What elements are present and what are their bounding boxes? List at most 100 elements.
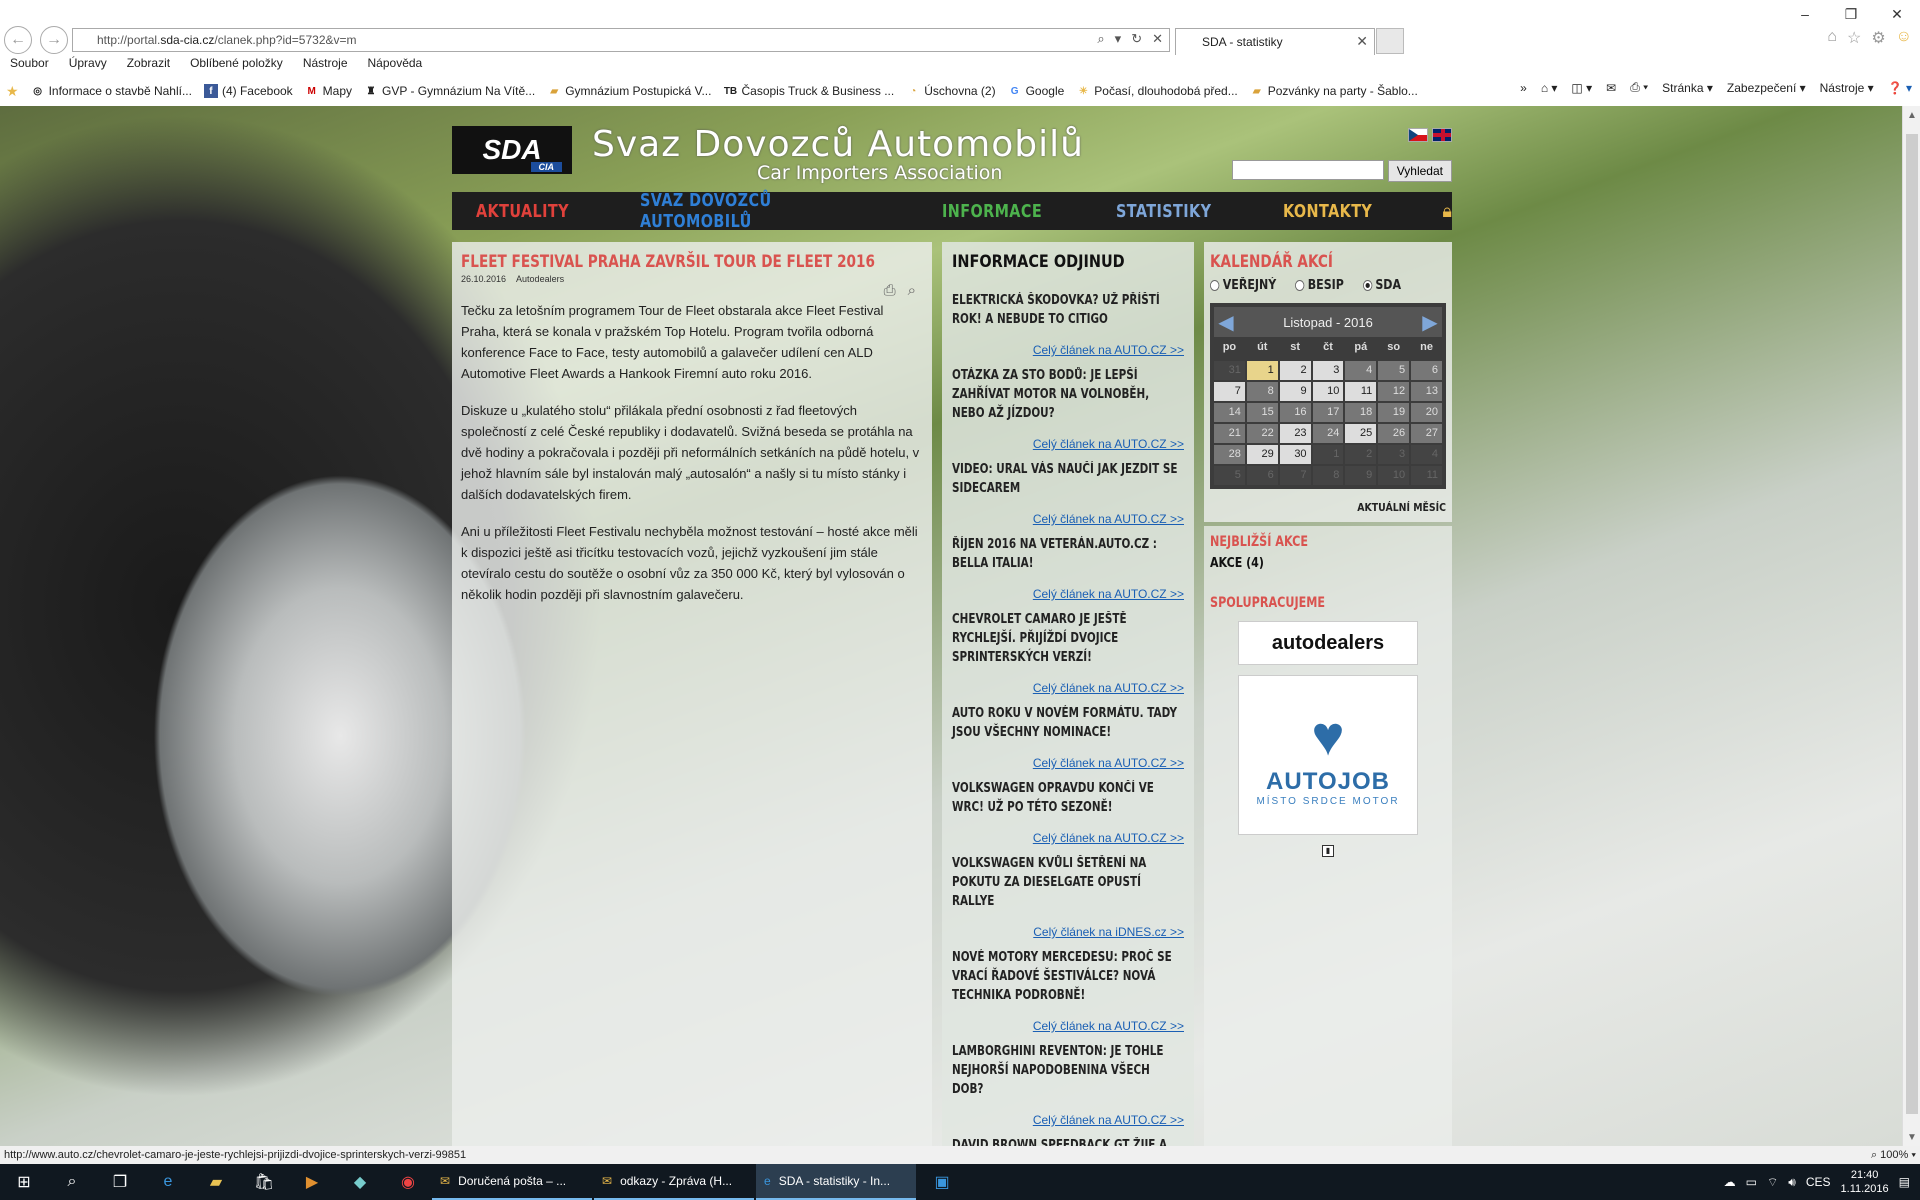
filter-sda[interactable]: SDA — [1362, 278, 1401, 293]
partner-autodealers[interactable]: autodealers — [1238, 621, 1418, 665]
scroll-down-icon[interactable]: ▼ — [1903, 1128, 1920, 1146]
calendar-day[interactable]: 11 — [1345, 382, 1377, 401]
favorite-link[interactable]: ▰ Gymnázium Postupická V... — [541, 84, 717, 98]
favorite-link[interactable]: G Google — [1002, 84, 1071, 98]
calendar-day[interactable]: 1 — [1246, 361, 1278, 380]
news-link[interactable]: Celý článek na AUTO.CZ >> — [952, 512, 1184, 526]
calendar-day[interactable]: 12 — [1378, 382, 1410, 401]
calendar-day[interactable]: 26 — [1378, 424, 1410, 443]
calendar-day[interactable]: 19 — [1378, 403, 1410, 422]
file-explorer-icon[interactable]: ▰ — [192, 1164, 240, 1200]
menu-file[interactable]: Soubor — [0, 56, 59, 76]
scroll-up-icon[interactable]: ▲ — [1903, 106, 1920, 124]
news-link[interactable]: Celý článek na iDNES.cz >> — [952, 925, 1184, 939]
task-view-icon[interactable]: ❐ — [96, 1164, 144, 1200]
nav-aktuality[interactable]: AKTUALITY — [476, 201, 569, 222]
favorite-link[interactable]: M Mapy — [299, 84, 358, 98]
favorites-star-icon[interactable]: ★ — [0, 83, 25, 100]
help-icon[interactable]: ❓ ▾ — [1888, 81, 1912, 95]
calendar-day[interactable]: 27 — [1411, 424, 1442, 443]
calendar-day[interactable]: 13 — [1411, 382, 1442, 401]
windows-start-icon[interactable]: ⊞ — [0, 1164, 48, 1200]
volume-icon[interactable]: 🔊︎ — [1788, 1175, 1796, 1190]
clock[interactable]: 21:40 1.11.2016 — [1841, 1168, 1889, 1196]
news-title[interactable]: Elektrická Škodovka? Už příští rok! A ne… — [952, 291, 1184, 329]
favorite-link[interactable]: ◎ Informace o stavbě Nahlí... — [25, 84, 198, 98]
taskbar-app-mail[interactable]: ✉ Doručená pošta – ... — [432, 1164, 592, 1200]
language-indicator[interactable]: CES — [1806, 1175, 1831, 1189]
calendar-day[interactable]: 2 — [1279, 361, 1311, 380]
favorite-link[interactable]: ♜ GVP - Gymnázium Na Vítě... — [358, 84, 541, 98]
chrome-icon[interactable]: ◉ — [384, 1164, 432, 1200]
news-link[interactable]: Celý článek na AUTO.CZ >> — [952, 756, 1184, 770]
calendar-day[interactable]: 18 — [1345, 403, 1377, 422]
nav-kontakty[interactable]: KONTAKTY — [1283, 201, 1372, 222]
star-icon[interactable]: ☆ — [1847, 28, 1861, 48]
search-button[interactable]: Vyhledat — [1387, 160, 1452, 182]
home-icon[interactable]: ⌂ ▾ — [1541, 81, 1558, 95]
calendar-day[interactable]: 7 — [1214, 382, 1245, 401]
search-input[interactable] — [1231, 160, 1384, 180]
calendar-day[interactable]: 17 — [1312, 403, 1344, 422]
uk-flag-icon[interactable] — [1432, 128, 1452, 142]
minimize-icon[interactable]: – — [1782, 0, 1828, 28]
news-title[interactable]: Auto roku v novém formátu. Tady jsou vše… — [952, 704, 1184, 742]
news-title[interactable]: Otázka za sto bodů: Je lepší zahřívat mo… — [952, 366, 1184, 423]
menu-view[interactable]: Zobrazit — [117, 56, 180, 76]
taskbar-app-message[interactable]: ✉ odkazy - Zpráva (H... — [594, 1164, 754, 1200]
forward-button[interactable]: → — [40, 26, 68, 54]
current-month-link[interactable]: Aktuální měsíc — [1245, 501, 1446, 514]
more-icon[interactable]: » — [1520, 81, 1527, 95]
news-link[interactable]: Celý článek na AUTO.CZ >> — [952, 681, 1184, 695]
radio-button[interactable] — [1294, 280, 1305, 291]
calendar-day[interactable]: 21 — [1214, 424, 1245, 443]
radio-button[interactable] — [1362, 280, 1372, 291]
favorite-link[interactable]: ◔ Úschovna (2) — [900, 84, 1001, 98]
nav-informace[interactable]: INFORMACE — [942, 201, 1042, 222]
rss-icon[interactable]: ◫ ▾ — [1571, 81, 1592, 95]
news-link[interactable]: Celý článek na AUTO.CZ >> — [952, 437, 1184, 451]
filter-besip[interactable]: BESIP — [1294, 278, 1344, 293]
news-link[interactable]: Celý článek na AUTO.CZ >> — [952, 343, 1184, 357]
print-icon[interactable]: ⎙ — [884, 282, 896, 299]
calendar-day[interactable]: 8 — [1246, 382, 1278, 401]
search-icon[interactable]: ⌕ — [48, 1164, 96, 1200]
calendar-day[interactable]: 14 — [1214, 403, 1245, 422]
stats-icon[interactable]: ▮ — [1322, 845, 1334, 857]
lock-icon[interactable]: 🔒︎ — [1442, 201, 1452, 222]
maximize-icon[interactable]: ❐ — [1828, 0, 1874, 28]
calendar-day[interactable]: 30 — [1279, 445, 1311, 464]
close-icon[interactable]: ✕ — [1874, 0, 1920, 28]
favorite-link[interactable]: ▰ Pozvánky na party - Šablo... — [1244, 84, 1424, 98]
site-logo[interactable]: SDA CIA — [452, 126, 572, 174]
command-page[interactable]: Stránka ▾ — [1662, 81, 1713, 95]
prev-month-icon[interactable]: ◀ — [1214, 310, 1238, 335]
radio-button[interactable] — [1210, 280, 1220, 291]
calendar-day[interactable]: 20 — [1411, 403, 1442, 422]
menu-edit[interactable]: Úpravy — [59, 56, 117, 76]
media-player-icon[interactable]: ▶ — [288, 1164, 336, 1200]
menu-help[interactable]: Nápověda — [358, 56, 433, 76]
calendar-day[interactable]: 28 — [1214, 445, 1245, 464]
calendar-day[interactable]: 5 — [1378, 361, 1410, 380]
calendar-day[interactable]: 29 — [1246, 445, 1278, 464]
favorite-link[interactable]: ☀ Počasí, dlouhodobá před... — [1070, 84, 1243, 98]
news-link[interactable]: Celý článek na AUTO.CZ >> — [952, 587, 1184, 601]
smiley-icon[interactable]: ☺ — [1896, 28, 1912, 48]
scroll-thumb[interactable] — [1906, 134, 1918, 1114]
new-tab-button[interactable] — [1376, 28, 1404, 54]
close-tab-icon[interactable]: ✕ — [1356, 33, 1368, 50]
calendar-day[interactable]: 16 — [1279, 403, 1311, 422]
calendar-day[interactable]: 9 — [1279, 382, 1311, 401]
calendar-day[interactable]: 10 — [1312, 382, 1344, 401]
notifications-icon[interactable]: ▤ — [1899, 1175, 1910, 1189]
calendar-day[interactable]: 4 — [1345, 361, 1377, 380]
favorite-link[interactable]: TB Časopis Truck & Business ... — [717, 84, 900, 98]
store-icon[interactable]: 🛍︎ — [240, 1164, 288, 1200]
taskbar-app-ie[interactable]: e SDA - statistiky - In... — [756, 1164, 916, 1200]
app-icon[interactable]: ◆ — [336, 1164, 384, 1200]
home-icon[interactable]: ⌂ — [1827, 28, 1837, 48]
menu-favorites[interactable]: Oblíbené položky — [180, 56, 293, 76]
stop-icon[interactable]: ✕ — [1152, 31, 1163, 47]
back-button[interactable]: ← — [4, 26, 32, 54]
